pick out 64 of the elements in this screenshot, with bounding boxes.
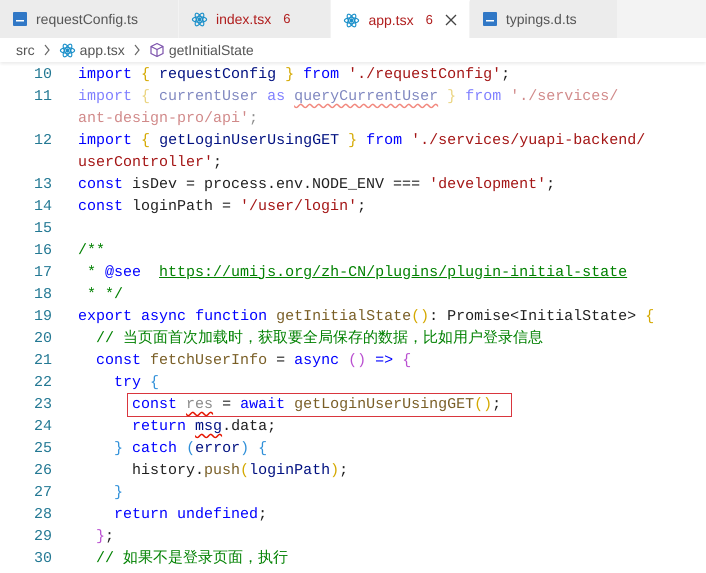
atom-icon xyxy=(343,12,360,28)
line-number: 16 xyxy=(32,240,52,261)
code-line: * */ xyxy=(86,284,124,305)
line-number: 29 xyxy=(32,526,52,547)
code-line: }; xyxy=(96,526,114,547)
code-line: import { requestConfig } from './requestConfig'; xyxy=(78,64,510,85)
line-number: 23 xyxy=(32,394,52,415)
code-line: // 如果不是登录页面，执行 xyxy=(96,548,288,569)
editor-tab[interactable]: typings.d.ts xyxy=(470,0,618,38)
chevron-right-icon xyxy=(132,44,141,56)
code-line: return undefined; xyxy=(114,504,268,525)
tab-label: requestConfig.ts xyxy=(36,10,138,29)
code-line: userController'; xyxy=(78,152,222,173)
editor-tab[interactable]: index.tsx 6 xyxy=(178,0,332,38)
editor-tab[interactable]: app.tsx 6 xyxy=(331,0,470,38)
code-line: try { xyxy=(114,372,160,393)
line-number: 14 xyxy=(32,196,52,217)
line-number: 15 xyxy=(32,218,52,239)
code-line: const loginPath = '/user/login'; xyxy=(78,196,366,217)
code-line: // 当页面首次加载时，获取要全局保存的数据，比如用户登录信息 xyxy=(96,328,544,349)
tab-label: typings.d.ts xyxy=(506,10,577,29)
tab-label: app.tsx xyxy=(368,10,414,30)
code-line: const fetchUserInfo = async () => { xyxy=(96,350,412,371)
close-icon[interactable] xyxy=(444,14,457,26)
code-line: export async function getInitialState(): Promise<InitialState> { xyxy=(78,306,654,327)
editor-tab[interactable]: requestConfig.ts xyxy=(0,0,179,38)
line-number: 20 xyxy=(32,328,52,349)
breadcrumb-item[interactable]: src xyxy=(16,40,35,60)
code-line: const isDev = process.env.NODE_ENV === 'development'; xyxy=(78,174,556,195)
line-number: 25 xyxy=(32,438,52,459)
line-number: 22 xyxy=(32,372,52,393)
line-number: 27 xyxy=(32,482,52,503)
line-number: 19 xyxy=(32,306,52,327)
line-number: 17 xyxy=(32,262,52,283)
atom-icon xyxy=(190,10,208,28)
line-number: 26 xyxy=(32,460,52,481)
line-number: 18 xyxy=(32,284,52,305)
line-number: 10 xyxy=(32,64,52,85)
typescript-file-icon xyxy=(482,11,498,27)
atom-icon xyxy=(58,42,76,58)
chevron-right-icon xyxy=(42,44,51,56)
code-line: history.push(loginPath); xyxy=(131,460,348,481)
code-line: } xyxy=(114,482,124,503)
code-line: return msg.data; xyxy=(132,416,276,437)
code-line: /** xyxy=(78,240,106,261)
line-number: 11 xyxy=(32,86,52,107)
line-number: 21 xyxy=(32,350,52,371)
tab-label: index.tsx xyxy=(216,10,272,28)
problem-count: 6 xyxy=(283,10,290,28)
line-number: 28 xyxy=(32,504,52,525)
problem-count: 6 xyxy=(426,11,433,30)
line-number: 24 xyxy=(32,416,52,437)
code-line: ant-design-pro/api'; xyxy=(78,108,258,129)
line-number: 30 xyxy=(32,548,52,569)
code-line: * @see https://umijs.org/zh-CN/plugins/plugin-initial-state xyxy=(86,262,628,283)
typescript-file-icon xyxy=(12,11,28,27)
code-line: import { getLoginUserUsingGET } from './services/yuapi-backend/ xyxy=(78,130,646,151)
code-line: } catch (error) { xyxy=(114,438,268,459)
line-number: 13 xyxy=(32,174,52,195)
code-line: import { currentUser as queryCurrentUser } from './services/ xyxy=(78,86,618,107)
breadcrumb-item[interactable]: getInitialState xyxy=(168,40,254,60)
line-number: 12 xyxy=(32,130,52,151)
breadcrumb-item[interactable]: app.tsx xyxy=(80,40,125,60)
cube-icon xyxy=(148,42,165,58)
